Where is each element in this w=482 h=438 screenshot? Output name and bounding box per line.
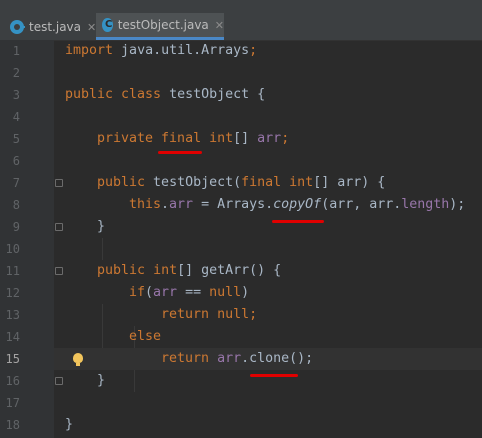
code-line: 8 this.arr = Arrays.copyOf(arr, arr.leng…: [0, 194, 482, 216]
fold-icon[interactable]: [55, 179, 63, 187]
line-number: 2: [12, 66, 20, 80]
annotation-underline: [158, 151, 202, 154]
code-line: 3 public class testObject {: [0, 84, 482, 106]
fold-icon[interactable]: [55, 267, 63, 275]
line-number: 4: [12, 110, 20, 124]
line-number: 1: [12, 44, 20, 58]
code-text: }: [97, 373, 106, 388]
close-tab-icon[interactable]: ✕: [87, 21, 96, 34]
code-text: this.arr = Arrays.copyOf(arr, arr.length…: [129, 197, 466, 212]
tab-testobject-java[interactable]: C testObject.java ✕: [96, 13, 224, 40]
code-line: 18 }: [0, 414, 482, 436]
code-line: 9 }: [0, 216, 482, 238]
code-line: 6: [0, 150, 482, 172]
line-number: 16: [5, 374, 20, 388]
code-line: 16 }: [0, 370, 482, 392]
code-line: 13 return null;: [0, 304, 482, 326]
close-tab-icon[interactable]: ✕: [215, 19, 224, 32]
code-text: return null;: [161, 307, 258, 322]
lightbulb-icon[interactable]: [73, 353, 83, 366]
code-line: 4: [0, 106, 482, 128]
line-number: 5: [12, 132, 20, 146]
code-line: 11 public int[] getArr() {: [0, 260, 482, 282]
code-text: }: [65, 417, 74, 432]
code-line: 5 private final int[] arr;: [0, 128, 482, 150]
tab-test-java[interactable]: test.java ✕: [8, 14, 96, 40]
line-number: 10: [5, 242, 20, 256]
code-text: public testObject(final int[] arr) {: [97, 175, 386, 190]
class-icon: C: [102, 18, 113, 32]
code-text: public int[] getArr() {: [97, 263, 282, 278]
code-line: 7 public testObject(final int[] arr) {: [0, 172, 482, 194]
line-number: 14: [5, 330, 20, 344]
code-text: }: [97, 219, 106, 234]
line-number: 9: [12, 220, 20, 234]
code-line: 10: [0, 238, 482, 260]
code-text: public class testObject {: [65, 87, 266, 102]
line-number: 12: [5, 286, 20, 300]
code-text: return arr.clone();: [161, 351, 314, 366]
annotation-underline: [250, 374, 298, 377]
line-number: 8: [12, 198, 20, 212]
line-number: 6: [12, 154, 20, 168]
code-text: else: [129, 329, 162, 344]
editor-tab-bar: test.java ✕ C testObject.java ✕: [0, 0, 482, 41]
line-number: 3: [12, 88, 20, 102]
line-number: 15: [5, 352, 20, 366]
line-number: 11: [5, 264, 20, 278]
code-text: if(arr == null): [129, 285, 250, 300]
java-file-icon: [10, 20, 25, 34]
code-text: private final int[] arr;: [97, 131, 290, 146]
code-line: 17: [0, 392, 482, 414]
code-line: 1 import java.util.Arrays;: [0, 40, 482, 62]
tab-label: test.java: [29, 20, 82, 34]
code-line: 15 return arr.clone();: [0, 348, 482, 370]
code-editor[interactable]: 1 import java.util.Arrays; 2 3 public cl…: [0, 40, 482, 438]
code-line: 12 if(arr == null): [0, 282, 482, 304]
code-line: 2: [0, 62, 482, 84]
fold-icon[interactable]: [55, 223, 63, 231]
line-number: 18: [5, 418, 20, 432]
tab-label: testObject.java: [117, 18, 209, 32]
code-line: 14 else: [0, 326, 482, 348]
line-number: 7: [12, 176, 20, 190]
code-text: import java.util.Arrays;: [65, 43, 258, 58]
line-number: 17: [5, 396, 20, 410]
line-number: 13: [5, 308, 20, 322]
annotation-underline: [272, 220, 324, 223]
fold-icon[interactable]: [55, 377, 63, 385]
